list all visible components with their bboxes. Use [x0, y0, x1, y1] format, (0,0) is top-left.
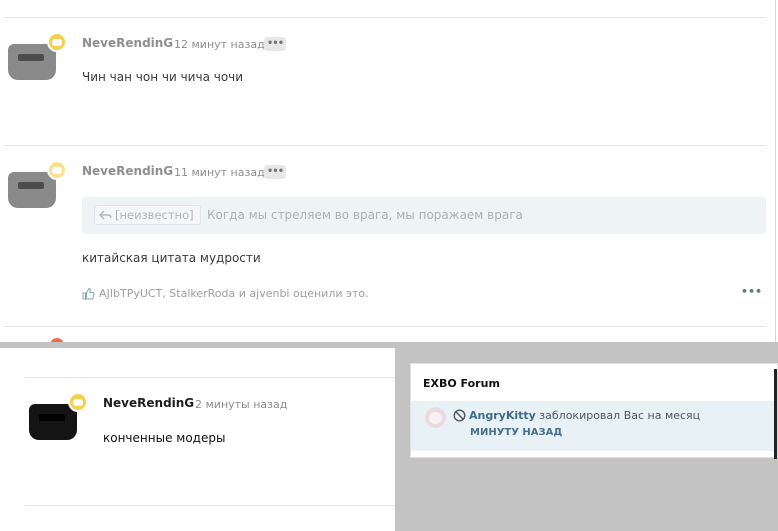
quote-text: Когда мы стреляем во врага, мы поражаем … — [207, 208, 523, 222]
post-menu-button[interactable]: ••• — [264, 37, 286, 51]
post-author[interactable]: NeveRendinG — [82, 164, 173, 178]
post-menu-button[interactable]: ••• — [264, 165, 286, 179]
divider — [25, 377, 395, 378]
quote-block: [неизвестно] Когда мы стреляем во врага,… — [82, 197, 766, 234]
likes-summary[interactable]: AJIbTPyUCT, StalkerRoda и ajvenbi оценил… — [82, 287, 369, 300]
ban-icon — [453, 409, 466, 422]
reply-arrow-icon — [99, 210, 112, 220]
notification-popup: EXBO Forum AngryKitty заблокировал Вас н… — [410, 363, 778, 459]
divider — [25, 505, 395, 506]
post-author[interactable]: NeveRendinG — [82, 36, 173, 50]
sunglasses-icon — [18, 54, 44, 61]
quote-source: [неизвестно] — [115, 208, 194, 222]
more-options-button[interactable]: ••• — [741, 285, 762, 298]
avatar-head — [29, 404, 77, 440]
forum-thread-panel: NeveRendinG 12 минут назад ••• Чин чан ч… — [0, 0, 778, 342]
notification-text: AngryKitty заблокировал Вас на месяц — [469, 409, 700, 422]
sunglasses-icon — [39, 414, 65, 421]
panel-border — [775, 0, 776, 342]
post-time[interactable]: 11 минут назад — [174, 166, 265, 179]
notification-user[interactable]: AngryKitty — [469, 409, 536, 422]
sunglasses-icon — [18, 182, 44, 189]
speech-bubble-badge-icon — [47, 160, 67, 180]
likes-text: AJIbTPyUCT, StalkerRoda и ajvenbi оценил… — [99, 287, 369, 300]
divider — [4, 17, 766, 18]
notification-message: заблокировал Вас на месяц — [539, 409, 701, 422]
post-text: Чин чан чон чи чича чочи — [82, 70, 244, 84]
post-text: китайская цитата мудрости — [82, 251, 261, 265]
notification-header: EXBO Forum — [423, 377, 500, 390]
divider — [4, 145, 766, 146]
window-edge — [774, 369, 777, 459]
divider — [4, 326, 766, 327]
notification-time: МИНУТУ НАЗАД — [470, 427, 563, 438]
avatar-head — [8, 44, 56, 80]
speech-bubble-badge-icon — [47, 32, 67, 52]
post-time[interactable]: 12 минут назад — [174, 38, 265, 51]
post-author[interactable]: NeveRendinG — [103, 396, 194, 410]
post-text: конченные модеры — [103, 431, 226, 445]
user-avatar[interactable] — [425, 407, 446, 428]
post-time[interactable]: 2 минуты назад — [195, 398, 287, 411]
avatar-head — [8, 172, 56, 208]
notification-item[interactable]: AngryKitty заблокировал Вас на месяц МИН… — [411, 401, 775, 451]
speech-bubble-badge-icon — [68, 392, 88, 412]
new-post-panel: NeveRendinG 2 минуты назад конченные мод… — [0, 348, 395, 531]
quote-source-link[interactable]: [неизвестно] — [94, 205, 201, 225]
thumbs-up-icon — [82, 287, 95, 300]
next-post-avatar — [50, 338, 64, 342]
